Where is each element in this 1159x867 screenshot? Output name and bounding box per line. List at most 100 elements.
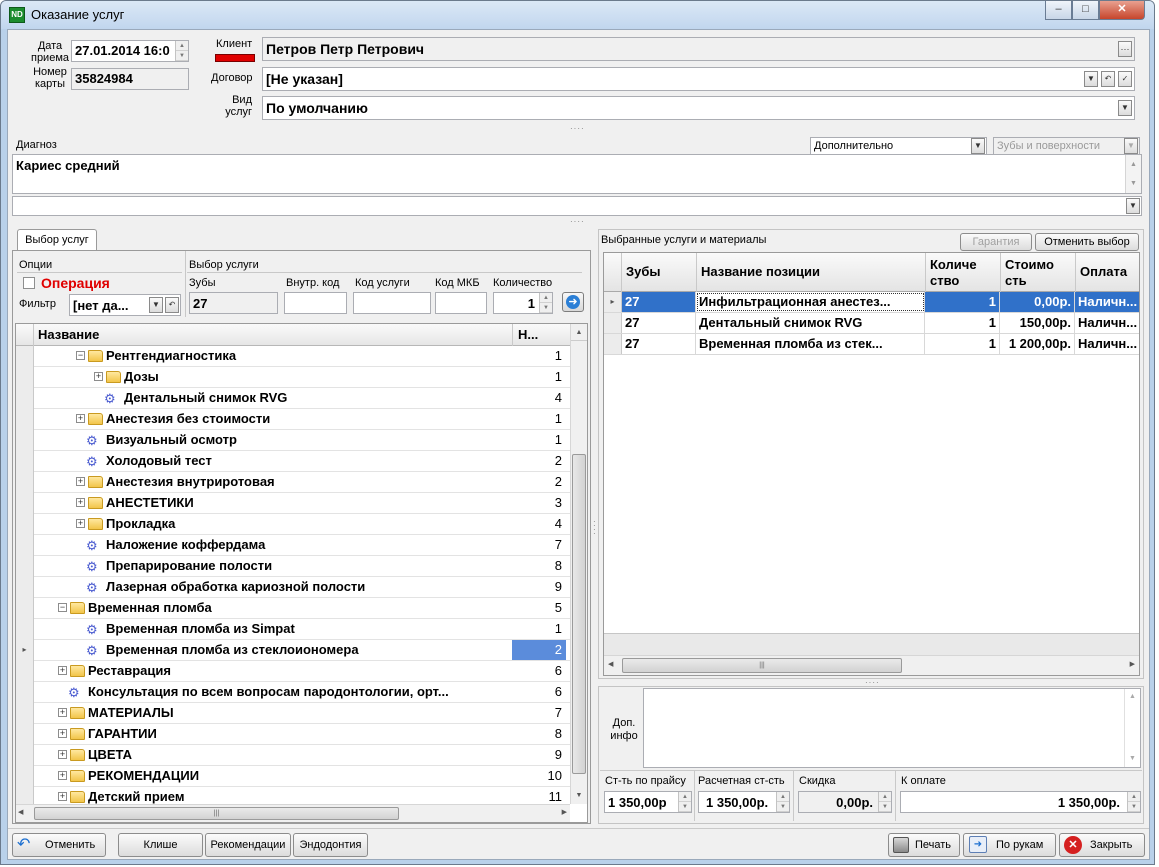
diagnosis-second-dropdown-icon[interactable]: ▼: [1126, 198, 1140, 214]
inner-code-field[interactable]: [284, 292, 347, 314]
col-cost-header[interactable]: Стоимо сть: [1005, 257, 1065, 289]
tree-row[interactable]: ⚙ Дентальный снимок RVG 4: [16, 388, 570, 409]
extra-info-textarea[interactable]: ▲ ▼: [643, 688, 1141, 768]
filter-select[interactable]: [нет да... ▼ ↶: [69, 294, 181, 316]
extra-dropdown-icon[interactable]: ▼: [971, 138, 985, 154]
teeth-surfaces-dropdown-icon[interactable]: ▼: [1124, 138, 1138, 154]
tab-select-services[interactable]: Выбор услуг: [17, 229, 97, 251]
close-button[interactable]: ✕ Закрыть: [1059, 833, 1145, 857]
splitter-grip-icon[interactable]: ····: [570, 124, 585, 133]
tree-row[interactable]: + РЕКОМЕНДАЦИИ 10: [16, 766, 570, 787]
tree-header-count[interactable]: Н...: [518, 327, 538, 343]
expand-icon[interactable]: +: [58, 666, 67, 675]
tree-row[interactable]: + Дозы 1: [16, 367, 570, 388]
grid-row[interactable]: 27 Дентальный снимок RVG 1 150,00р. Наличн..…: [604, 313, 1139, 334]
teeth-surfaces-select[interactable]: Зубы и поверхности ▼: [993, 137, 1140, 155]
tree-row[interactable]: ⚙ Визуальный осмотр 1: [16, 430, 570, 451]
tree-row[interactable]: ⚙ Препарирование полости 8: [16, 556, 570, 577]
expand-icon[interactable]: +: [58, 729, 67, 738]
tree-row[interactable]: − Временная пломба 5: [16, 598, 570, 619]
discount-field[interactable]: 0,00р. ▲ ▼: [798, 791, 892, 813]
contract-reset-icon[interactable]: ↶: [1101, 71, 1115, 87]
tree-row[interactable]: ⚙ Консультация по всем вопросам пародонто…: [16, 682, 570, 703]
guarantee-button[interactable]: Гарантия: [960, 233, 1032, 251]
scroll-up-icon[interactable]: ▲: [571, 324, 587, 341]
splitter-grip-icon-2[interactable]: ····: [570, 217, 585, 226]
tree-row[interactable]: − Рентгендиагностика 1: [16, 346, 570, 367]
tree-row[interactable]: ⚙ Временная пломба из Simpat 1: [16, 619, 570, 640]
close-window-button[interactable]: ✕: [1099, 1, 1145, 20]
tree-row[interactable]: + АНЕСТЕТИКИ 3: [16, 493, 570, 514]
tree-vscroll-thumb[interactable]: [572, 454, 586, 774]
date-spinner[interactable]: ▲ ▼: [175, 41, 188, 61]
grid-row[interactable]: 27 Временная пломба из стек... 1 1 200,00р.…: [604, 334, 1139, 355]
to-pay-field[interactable]: 1 350,00р. ▲ ▼: [900, 791, 1141, 813]
filter-reset-icon[interactable]: ↶: [165, 297, 179, 313]
tree-row[interactable]: ⚙ Холодовый тест 2: [16, 451, 570, 472]
contract-field[interactable]: [Не указан] ▼ ↶ ✓: [262, 67, 1135, 91]
grid-scroll-right-icon[interactable]: ▶: [1130, 660, 1135, 668]
contract-confirm-icon[interactable]: ✓: [1118, 71, 1132, 87]
cliche-button[interactable]: Клише: [118, 833, 203, 857]
calc-spinner[interactable]: ▲ ▼: [776, 792, 789, 812]
diagnosis-textarea[interactable]: Кариес средний ▲ ▼: [12, 154, 1142, 194]
add-service-button[interactable]: ➜: [562, 292, 584, 312]
date-field[interactable]: 27.01.2014 16:0 ▲ ▼: [71, 40, 189, 62]
recommendations-button[interactable]: Рекомендации: [205, 833, 291, 857]
tree-row[interactable]: ⚙ Наложение коффердама 7: [16, 535, 570, 556]
grid-hscrollbar[interactable]: ◀ ||| ▶: [604, 655, 1139, 675]
client-browse-button[interactable]: ···: [1118, 41, 1132, 57]
filter-dropdown-icon[interactable]: ▼: [149, 297, 163, 313]
tree-row[interactable]: + Анестезия без стоимости 1: [16, 409, 570, 430]
print-button[interactable]: Печать: [888, 833, 960, 857]
scroll-down-icon[interactable]: ▼: [571, 787, 587, 804]
tree-row[interactable]: + МАТЕРИАЛЫ 7: [16, 703, 570, 724]
expand-icon[interactable]: +: [76, 498, 85, 507]
tree-header-name[interactable]: Название: [38, 327, 99, 343]
tree-row[interactable]: + ЦВЕТА 9: [16, 745, 570, 766]
expand-icon[interactable]: +: [58, 708, 67, 717]
grid-hscroll-thumb[interactable]: |||: [622, 658, 902, 673]
quantity-field[interactable]: 1 ▲ ▼: [493, 292, 553, 314]
by-hand-button[interactable]: ➜ По рукам: [963, 833, 1056, 857]
expand-icon[interactable]: +: [58, 750, 67, 759]
cancel-button[interactable]: ↶ Отменить: [12, 833, 106, 857]
expand-icon[interactable]: +: [76, 477, 85, 486]
cancel-selection-button[interactable]: Отменить выбор: [1035, 233, 1139, 251]
endodontics-button[interactable]: Эндодонтия: [293, 833, 368, 857]
tree-row[interactable]: ▸ ⚙ Временная пломба из стеклоиономера 2: [16, 640, 570, 661]
discount-spinner[interactable]: ▲ ▼: [878, 792, 891, 812]
scroll-right-icon[interactable]: ▶: [562, 808, 567, 816]
tree-vscrollbar[interactable]: ▲ ▼: [570, 324, 587, 804]
minimize-button[interactable]: –: [1045, 1, 1072, 20]
expand-icon[interactable]: +: [76, 519, 85, 528]
tree-hscrollbar[interactable]: ◀ ||| ▶: [16, 804, 570, 822]
col-name-header[interactable]: Название позиции: [701, 264, 820, 280]
client-field[interactable]: Петров Петр Петрович ···: [262, 37, 1135, 61]
operation-checkbox[interactable]: [23, 277, 35, 289]
price-list-field[interactable]: 1 350,00р ▲ ▼: [604, 791, 692, 813]
col-qty-header[interactable]: Количе ство: [930, 257, 984, 289]
col-payment-header[interactable]: Оплата: [1080, 264, 1127, 280]
card-number-field[interactable]: 35824984: [71, 68, 189, 90]
extra-info-scrollbar[interactable]: ▲ ▼: [1124, 689, 1140, 767]
grid-row[interactable]: ▸ 27 Инфильтрационная анестез... 1 0,00р. Нал…: [604, 292, 1139, 313]
price-list-spinner[interactable]: ▲ ▼: [678, 792, 691, 812]
diagnosis-second-field[interactable]: ▼: [12, 196, 1142, 216]
contract-dropdown-icon[interactable]: ▼: [1084, 71, 1098, 87]
tree-row[interactable]: ⚙ Лазерная обработка кариозной полости 9: [16, 577, 570, 598]
to-pay-spinner[interactable]: ▲ ▼: [1127, 792, 1140, 812]
tree-row[interactable]: + Прокладка 4: [16, 514, 570, 535]
calc-field[interactable]: 1 350,00р. ▲ ▼: [698, 791, 790, 813]
extra-select[interactable]: Дополнительно ▼: [810, 137, 987, 155]
service-type-dropdown-icon[interactable]: ▼: [1118, 100, 1132, 116]
service-code-field[interactable]: [353, 292, 431, 314]
service-type-field[interactable]: По умолчанию ▼: [262, 96, 1135, 120]
tree-row[interactable]: + Анестезия внутриротовая 2: [16, 472, 570, 493]
diagnosis-scrollbar[interactable]: ▲ ▼: [1125, 155, 1141, 193]
teeth-field[interactable]: 27: [189, 292, 278, 314]
expand-icon[interactable]: +: [58, 792, 67, 801]
maximize-button[interactable]: □: [1072, 1, 1099, 20]
expand-icon[interactable]: +: [58, 771, 67, 780]
expand-icon[interactable]: +: [94, 372, 103, 381]
